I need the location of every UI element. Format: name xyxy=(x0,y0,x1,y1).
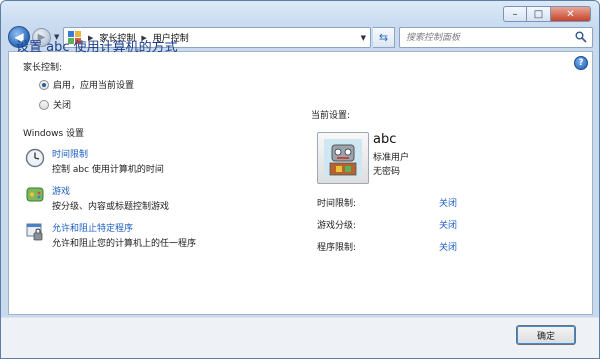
maximize-button[interactable]: □ xyxy=(527,6,551,22)
minimize-button[interactable]: – xyxy=(503,6,527,22)
setting-label: 时间限制: xyxy=(317,199,357,209)
time-limits-desc: 控制 abc 使用计算机的时间 xyxy=(52,165,164,175)
user-role: 标准用户 xyxy=(373,153,410,163)
footer-bar xyxy=(1,317,599,358)
search-input[interactable] xyxy=(400,28,560,47)
refresh-button[interactable]: ⇆ xyxy=(373,27,395,48)
control-panel-window: – □ ✕ ◀ ▶ ▼ ▶ 家长控制 ▶ 用户控制 ▼ ⇆ 搜索控制面板 ? 设… xyxy=(0,0,600,359)
page-title: 设置 abc 使用计算机的方式 xyxy=(16,40,178,55)
option-off[interactable]: 关闭 xyxy=(39,98,71,111)
game-controller-icon xyxy=(26,187,44,202)
task-program-limits: 允许和阻止特定程序 允许和阻止您的计算机上的任一程序 xyxy=(24,221,196,249)
setting-value-link[interactable]: 关闭 xyxy=(439,240,457,253)
address-dropdown-icon[interactable]: ▼ xyxy=(361,34,366,42)
current-settings-label: 当前设置: xyxy=(311,111,351,121)
radio-off[interactable] xyxy=(39,99,49,110)
task-games: 游戏 按分级、内容或标题控制游戏 xyxy=(24,184,169,212)
ok-button[interactable]: 确定 xyxy=(516,325,576,345)
search-icon[interactable] xyxy=(575,31,587,43)
program-limits-desc: 允许和阻止您的计算机上的任一程序 xyxy=(52,239,197,249)
search-box xyxy=(399,27,593,48)
task-time-limits: 时间限制 控制 abc 使用计算机的时间 xyxy=(24,147,164,175)
robot-avatar-icon xyxy=(324,139,362,177)
option-off-label: 关闭 xyxy=(53,101,72,111)
window-controls: – □ ✕ xyxy=(503,6,591,22)
setting-value-link[interactable]: 关闭 xyxy=(439,218,457,231)
title-bar[interactable]: – □ ✕ xyxy=(1,1,599,27)
setting-label: 游戏分级: xyxy=(317,221,357,231)
windows-settings-label: Windows 设置 xyxy=(23,129,85,139)
program-restrict-icon xyxy=(26,223,43,241)
option-enable-label: 启用，应用当前设置 xyxy=(53,81,135,91)
setting-value-link[interactable]: 关闭 xyxy=(439,196,457,209)
games-desc: 按分级、内容或标题控制游戏 xyxy=(52,202,170,212)
games-link[interactable]: 游戏 xyxy=(52,184,169,197)
clock-icon xyxy=(25,148,45,168)
setting-label: 程序限制: xyxy=(317,243,357,253)
help-icon[interactable]: ? xyxy=(574,56,588,70)
close-button[interactable]: ✕ xyxy=(551,6,591,22)
program-limits-link[interactable]: 允许和阻止特定程序 xyxy=(52,221,196,234)
user-password-status: 无密码 xyxy=(373,167,401,177)
radio-enable[interactable] xyxy=(39,79,49,90)
parental-controls-label: 家长控制: xyxy=(23,63,63,73)
user-name: abc xyxy=(373,132,397,147)
user-avatar xyxy=(317,132,369,184)
time-limits-link[interactable]: 时间限制 xyxy=(52,147,164,160)
option-enable[interactable]: 启用，应用当前设置 xyxy=(39,78,134,91)
